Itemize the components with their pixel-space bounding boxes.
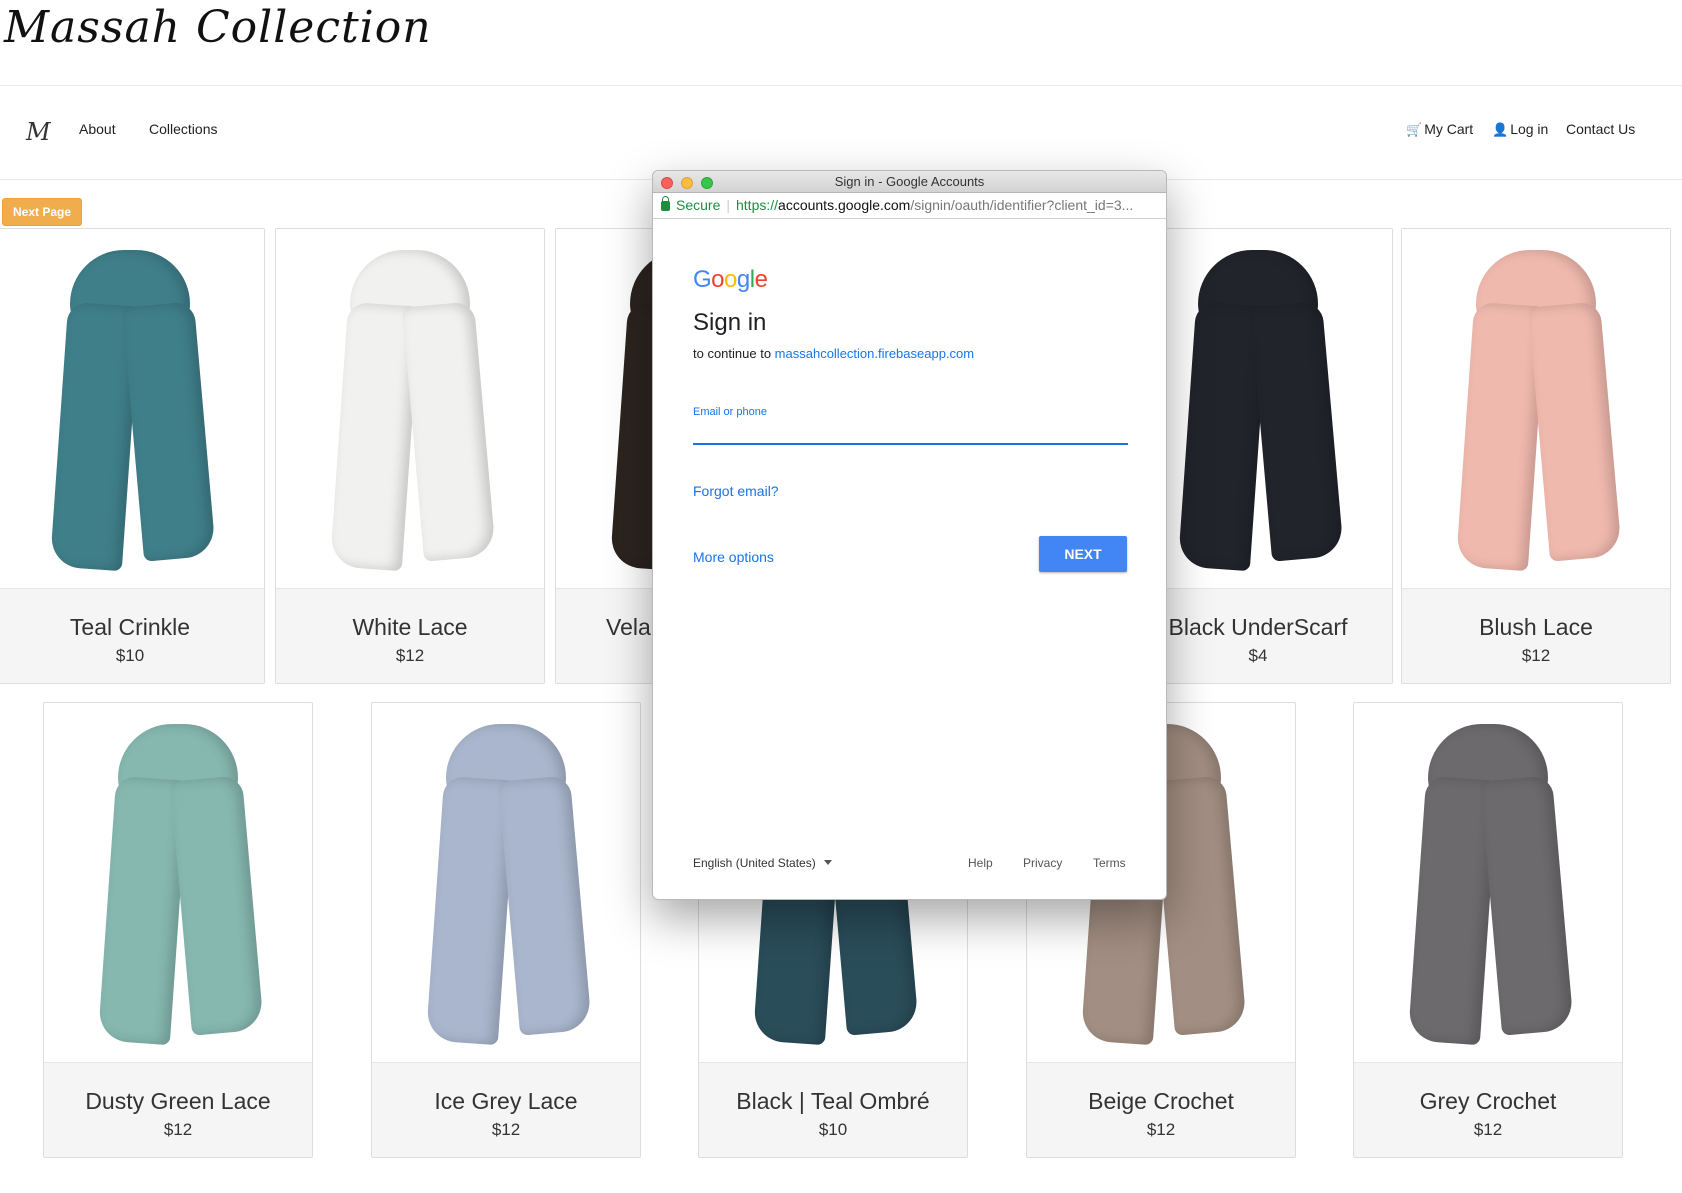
brand-logo[interactable]: Massah Collection	[4, 2, 432, 53]
secure-label: Secure	[676, 197, 721, 213]
product-card[interactable]: White Lace $12	[275, 228, 545, 684]
product-image	[1354, 703, 1622, 1063]
product-name: Dusty Green Lace	[85, 1088, 271, 1114]
nav-collections[interactable]: Collections	[149, 121, 217, 137]
navbar: M About Collections 🛒 My Cart 👤 Log in Con…	[0, 86, 1682, 180]
forgot-email-link[interactable]: Forgot email?	[693, 483, 779, 499]
terms-link[interactable]: Terms	[1093, 856, 1126, 870]
address-bar[interactable]: Secure | https://accounts.google.com/signi…	[653, 193, 1166, 219]
privacy-link[interactable]: Privacy	[1023, 856, 1062, 870]
email-input[interactable]	[693, 421, 1128, 445]
product-card[interactable]: Grey Crochet $12	[1353, 702, 1623, 1158]
email-label: Email or phone	[693, 406, 767, 418]
window-title: Sign in - Google Accounts	[834, 174, 985, 189]
zoom-window-icon[interactable]	[701, 177, 713, 189]
close-window-icon[interactable]	[661, 177, 673, 189]
product-card[interactable]: Blush Lace $12	[1401, 228, 1671, 684]
window-titlebar: Sign in - Google Accounts	[653, 171, 1166, 193]
cart-icon: 🛒	[1406, 122, 1423, 137]
signin-subtitle: to continue to massahcollection.firebase…	[693, 346, 975, 361]
nav-about[interactable]: About	[79, 121, 116, 137]
product-price: $12	[163, 1120, 193, 1139]
product-name: Teal Crinkle	[69, 614, 191, 640]
product-card[interactable]: Dusty Green Lace $12	[43, 702, 313, 1158]
product-image	[372, 703, 640, 1063]
nav-cart-label: My Cart	[1424, 121, 1474, 137]
google-signin-popup: Sign in - Google Accounts Secure | https:/…	[652, 170, 1167, 900]
minimize-window-icon[interactable]	[681, 177, 693, 189]
lock-icon	[661, 196, 670, 211]
product-image	[276, 229, 544, 589]
more-options-link[interactable]: More options	[693, 549, 774, 565]
user-icon: 👤	[1492, 122, 1509, 137]
product-image	[0, 229, 264, 589]
url-protocol: https://	[736, 197, 779, 213]
signin-heading: Sign in	[693, 309, 767, 336]
product-price: $12	[1146, 1120, 1176, 1139]
url-path: /signin/oauth/identifier?client_id=3...	[910, 197, 1134, 213]
product-price: $12	[491, 1120, 521, 1139]
product-name: Blush Lace	[1479, 614, 1593, 640]
nav-login[interactable]: 👤 Log in	[1492, 121, 1548, 138]
product-card[interactable]: Ice Grey Lace $12	[371, 702, 641, 1158]
url-host: accounts.google.com	[778, 197, 911, 213]
nav-cart[interactable]: 🛒 My Cart	[1406, 121, 1473, 138]
next-page-button[interactable]: Next Page	[2, 198, 82, 226]
product-name: White Lace	[352, 614, 468, 640]
product-price: $10	[115, 646, 145, 665]
help-link[interactable]: Help	[968, 856, 993, 870]
nav-login-label: Log in	[1510, 121, 1549, 137]
next-button[interactable]: NEXT	[1039, 536, 1127, 572]
product-name: Grey Crochet	[1419, 1088, 1557, 1114]
language-selector[interactable]: English (United States)	[693, 856, 832, 870]
continue-to-link[interactable]: massahcollection.firebaseapp.com	[775, 346, 974, 361]
product-image	[44, 703, 312, 1063]
product-price: $10	[818, 1120, 848, 1139]
product-price: $12	[1521, 646, 1551, 665]
monogram-logo[interactable]: M	[26, 118, 51, 146]
product-price: $12	[395, 646, 425, 665]
product-name: Ice Grey Lace	[434, 1088, 578, 1114]
brand-header: Massah Collection	[0, 0, 1682, 86]
product-name: Black | Teal Ombré	[736, 1088, 930, 1114]
nav-contact[interactable]: Contact Us	[1566, 121, 1635, 137]
product-card[interactable]: Teal Crinkle $10	[0, 228, 265, 684]
google-logo: Google	[693, 266, 768, 293]
product-price: $12	[1473, 1120, 1503, 1139]
product-image	[1402, 229, 1670, 589]
caret-down-icon	[823, 860, 832, 865]
product-name: Beige Crochet	[1088, 1088, 1234, 1114]
